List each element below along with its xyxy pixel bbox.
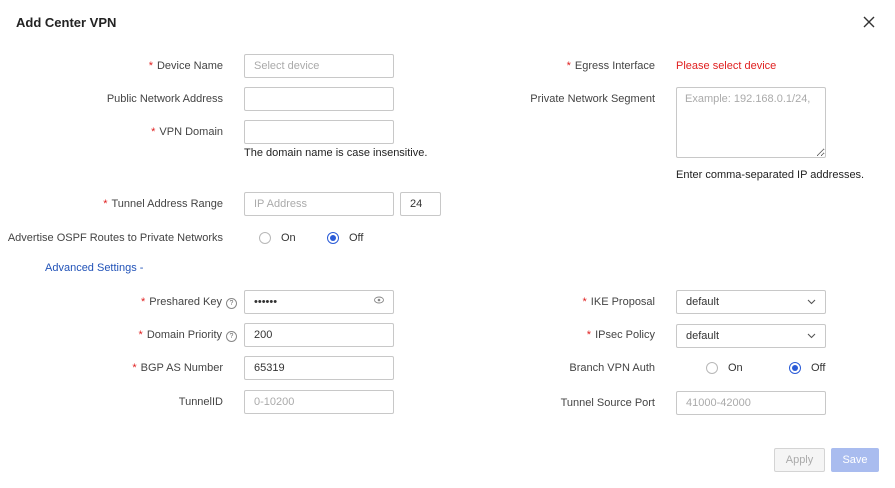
radio-on-label: On	[281, 232, 296, 244]
tunnel-id-input[interactable]	[244, 390, 394, 414]
radio-circle	[706, 362, 718, 374]
advertise-ospf-label: Advertise OSPF Routes to Private Network…	[7, 232, 223, 244]
preshared-key-label-text: Preshared Key	[149, 296, 222, 308]
preshared-key-field	[244, 290, 394, 314]
save-button[interactable]: Save	[831, 448, 879, 472]
vpn-domain-label-text: VPN Domain	[159, 126, 223, 138]
vpn-domain-label: * VPN Domain	[151, 126, 223, 138]
radio-on-label: On	[728, 362, 743, 374]
eye-icon[interactable]	[374, 296, 384, 304]
required-asterisk: *	[586, 329, 592, 341]
branch-vpn-auth-on-radio[interactable]: On	[706, 362, 743, 374]
tunnel-address-range-label-text: Tunnel Address Range	[111, 198, 224, 210]
device-name-input[interactable]	[244, 54, 394, 78]
vpn-domain-input[interactable]	[244, 120, 394, 144]
branch-vpn-auth-label: Branch VPN Auth	[569, 362, 655, 374]
required-asterisk: *	[582, 296, 587, 308]
radio-off-label: Off	[349, 232, 364, 244]
ike-proposal-value: default	[686, 296, 720, 308]
required-asterisk: *	[148, 60, 153, 72]
bgp-as-number-label-text: BGP AS Number	[140, 362, 223, 374]
required-asterisk: *	[132, 362, 137, 374]
preshared-key-label: * Preshared Key?	[141, 296, 237, 309]
close-icon[interactable]	[861, 14, 877, 30]
device-name-label: * Device Name	[149, 60, 223, 72]
public-network-address-label: Public Network Address	[106, 93, 223, 105]
required-asterisk: *	[103, 198, 108, 210]
ipsec-policy-select[interactable]: default	[676, 324, 826, 348]
required-asterisk: *	[140, 296, 146, 308]
apply-button[interactable]: Apply	[774, 448, 825, 472]
advertise-ospf-off-radio[interactable]: Off	[327, 232, 363, 244]
domain-priority-input[interactable]	[244, 323, 394, 347]
required-asterisk: *	[566, 60, 571, 72]
domain-priority-label-text: Domain Priority	[146, 329, 222, 341]
public-network-address-input[interactable]	[244, 87, 394, 111]
required-asterisk: *	[151, 126, 156, 138]
private-network-segment-hint: Enter comma-separated IP addresses.	[676, 169, 865, 181]
preshared-key-input[interactable]	[244, 290, 394, 314]
bgp-as-number-input[interactable]	[244, 356, 394, 380]
advertise-ospf-on-radio[interactable]: On	[259, 232, 296, 244]
radio-off-label: Off	[811, 362, 826, 374]
vpn-domain-hint: The domain name is case insensitive.	[244, 147, 428, 159]
ike-proposal-select[interactable]: default	[676, 290, 826, 314]
egress-interface-label: * Egress Interface	[567, 60, 655, 72]
ipsec-policy-value: default	[686, 330, 720, 342]
branch-vpn-auth-off-radio[interactable]: Off	[789, 362, 825, 374]
tunnel-source-port-input[interactable]	[676, 391, 826, 415]
advanced-settings-toggle[interactable]: Advanced Settings -	[45, 262, 143, 274]
ipsec-policy-label: * IPsec Policy	[587, 329, 655, 341]
tunnel-ip-address-input[interactable]	[244, 192, 394, 216]
ike-proposal-label-text: IKE Proposal	[590, 296, 655, 308]
domain-priority-label: * Domain Priority?	[139, 329, 237, 342]
dialog-title: Add Center VPN	[16, 15, 117, 30]
radio-circle-selected	[327, 232, 339, 244]
tunnel-address-range-label: * Tunnel Address Range	[103, 198, 223, 210]
chevron-down-icon	[807, 299, 816, 305]
required-asterisk: *	[138, 329, 143, 341]
private-network-segment-textarea[interactable]	[676, 87, 826, 158]
info-icon[interactable]: ?	[226, 298, 237, 309]
bgp-as-number-label: * BGP AS Number	[132, 362, 223, 374]
tunnel-mask-input[interactable]	[400, 192, 441, 216]
info-icon[interactable]: ?	[226, 331, 237, 342]
close-icon-graphic	[863, 16, 875, 28]
private-network-segment-label: Private Network Segment	[530, 93, 655, 105]
device-name-label-text: Device Name	[156, 60, 223, 72]
tunnel-source-port-label: Tunnel Source Port	[560, 397, 655, 409]
radio-circle-selected	[789, 362, 801, 374]
radio-circle	[259, 232, 271, 244]
tunnel-id-label: TunnelID	[178, 396, 223, 408]
ipsec-policy-label-text: IPsec Policy	[595, 329, 655, 341]
egress-interface-label-text: Egress Interface	[574, 60, 655, 72]
ike-proposal-label: * IKE Proposal	[583, 296, 655, 308]
egress-interface-error: Please select device	[676, 60, 777, 72]
chevron-down-icon	[807, 333, 816, 339]
